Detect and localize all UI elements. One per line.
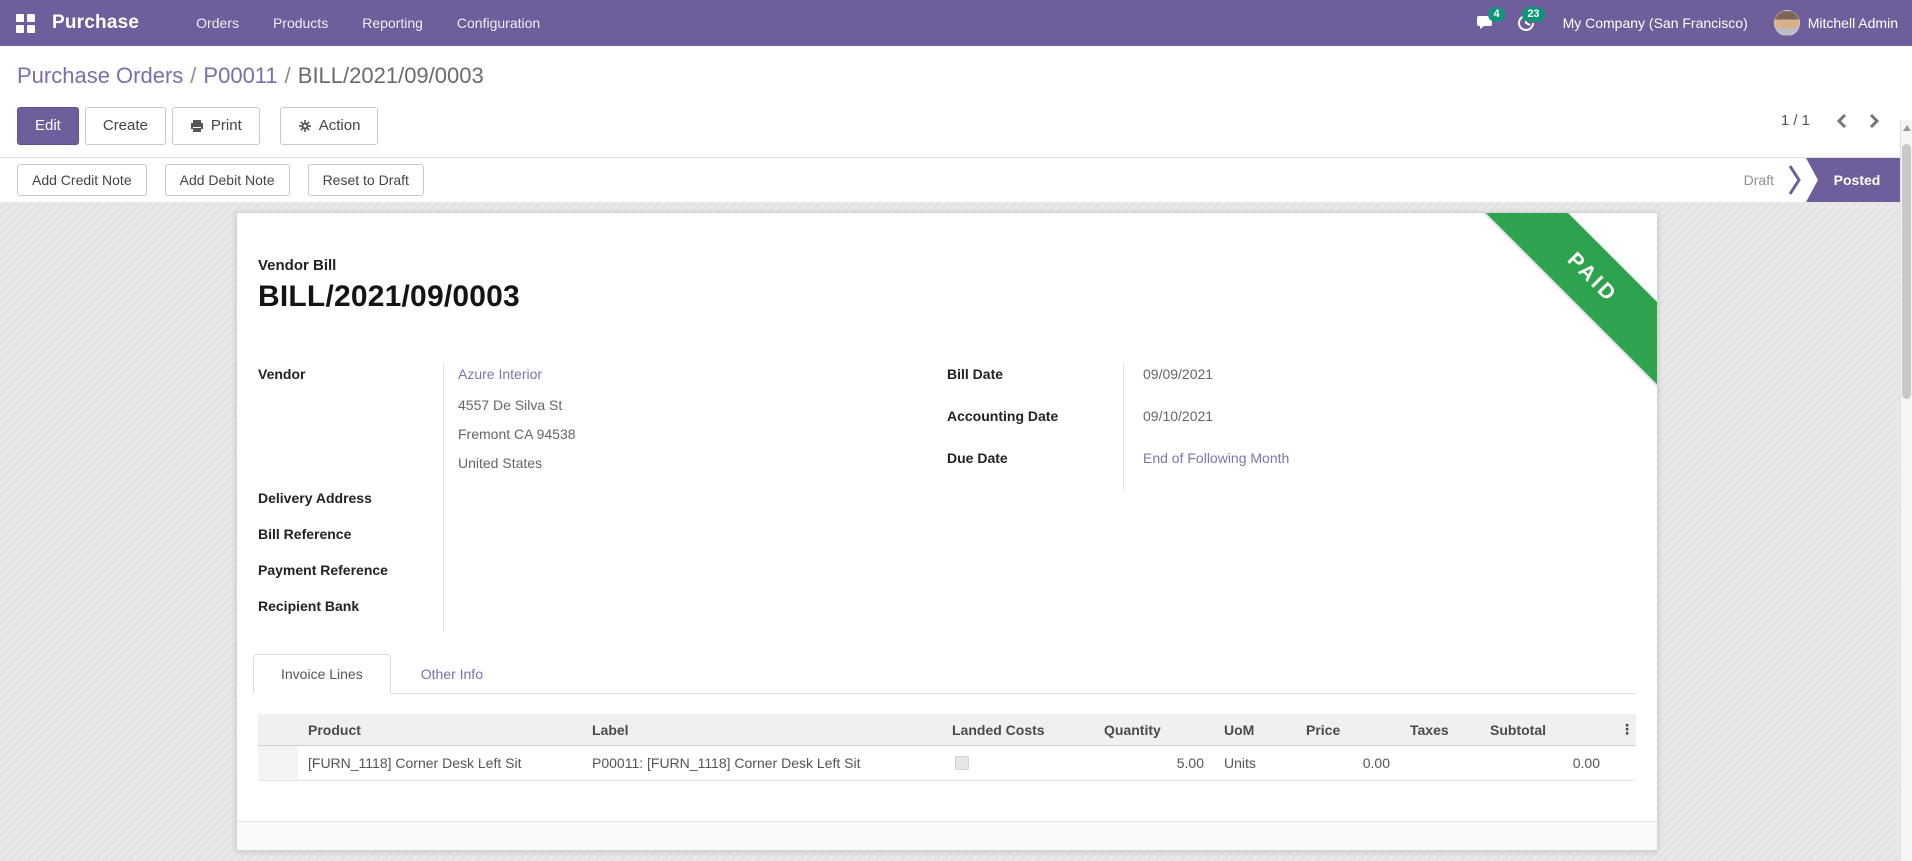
- messages-count-badge: 4: [1488, 7, 1505, 22]
- action-button[interactable]: Action: [279, 107, 379, 145]
- vendor-link[interactable]: Azure Interior: [458, 366, 542, 382]
- top-navbar: Purchase Orders Products Reporting Confi…: [0, 0, 1912, 46]
- nav-menu-products[interactable]: Products: [256, 0, 345, 46]
- column-header-taxes[interactable]: Taxes: [1400, 714, 1480, 746]
- recipient-bank-value: [443, 596, 917, 632]
- create-button[interactable]: Create: [84, 107, 166, 145]
- column-header-landed-costs[interactable]: Landed Costs: [942, 714, 1094, 746]
- invoice-lines-table: Product Label Landed Costs Quantity UoM …: [258, 714, 1636, 781]
- navbar-right: 4 23 My Company (San Francisco) Mitchell…: [1469, 6, 1898, 40]
- bill-reference-value: [443, 524, 917, 560]
- optional-columns-icon[interactable]: ⋮: [1610, 714, 1636, 746]
- row-handle[interactable]: [258, 745, 298, 781]
- field-delivery-address: Delivery Address: [258, 488, 947, 524]
- cell-label: P00011: [FURN_1118] Corner Desk Left Sit: [582, 745, 942, 781]
- company-switcher[interactable]: My Company (San Francisco): [1549, 15, 1768, 31]
- pager-next-icon[interactable]: [1869, 113, 1880, 129]
- field-bill-reference: Bill Reference: [258, 524, 947, 560]
- field-recipient-bank: Recipient Bank: [258, 596, 947, 632]
- table-footer-space: [258, 781, 1636, 821]
- column-header-subtotal[interactable]: Subtotal: [1480, 714, 1610, 746]
- field-groups: Vendor Azure Interior 4557 De Silva St F…: [258, 364, 1636, 632]
- control-panel-buttons: Edit Create Print Action: [17, 107, 1912, 157]
- nav-menu-reporting[interactable]: Reporting: [345, 0, 440, 46]
- print-button[interactable]: Print: [171, 107, 260, 145]
- payment-terms-link[interactable]: End of Following Month: [1143, 450, 1289, 466]
- cell-product: [FURN_1118] Corner Desk Left Sit: [298, 745, 582, 781]
- cell-quantity: 5.00: [1094, 745, 1214, 781]
- vertical-scrollbar[interactable]: [1900, 120, 1912, 861]
- invoice-line-row[interactable]: [FURN_1118] Corner Desk Left Sit P00011:…: [258, 745, 1636, 781]
- column-header-quantity[interactable]: Quantity: [1094, 714, 1214, 746]
- document-type-label: Vendor Bill: [258, 257, 337, 274]
- statusbar: Add Credit Note Add Debit Note Reset to …: [0, 157, 1912, 203]
- cell-landed-costs: [942, 745, 1094, 781]
- nav-menu-configuration[interactable]: Configuration: [440, 0, 557, 46]
- totals-section: [237, 821, 1657, 850]
- state-draft[interactable]: Draft: [1744, 172, 1774, 188]
- add-debit-note-button[interactable]: Add Debit Note: [164, 164, 290, 196]
- nav-menu-orders[interactable]: Orders: [179, 0, 256, 46]
- notebook-tabs: Invoice Lines Other Info: [253, 654, 1636, 694]
- activities-count-badge: 23: [1522, 7, 1545, 22]
- pager-previous-icon[interactable]: [1836, 113, 1847, 129]
- accounting-date-value: 09/10/2021: [1123, 406, 1616, 448]
- breadcrumb-purchase-orders[interactable]: Purchase Orders: [17, 63, 183, 88]
- messages-button[interactable]: 4: [1469, 6, 1505, 40]
- edit-button[interactable]: Edit: [17, 107, 79, 145]
- payment-reference-value: [443, 560, 917, 596]
- delivery-address-value: [443, 488, 917, 524]
- breadcrumb: Purchase Orders / P00011/BILL/2021/09/0003: [17, 62, 1912, 90]
- field-bill-date: Bill Date 09/09/2021: [947, 364, 1636, 406]
- document-name: BILL/2021/09/0003: [258, 280, 520, 313]
- handle-column-header: [258, 714, 298, 746]
- pager-counter: 1 / 1: [1780, 112, 1810, 129]
- main-menu: Orders Products Reporting Configuration: [179, 0, 557, 46]
- tab-other-info[interactable]: Other Info: [405, 655, 499, 693]
- vendor-bill-sheet: PAID Vendor Bill BILL/2021/09/0003 Vendo…: [236, 212, 1658, 851]
- table-header-row: Product Label Landed Costs Quantity UoM …: [258, 714, 1636, 746]
- column-header-price[interactable]: Price: [1296, 714, 1400, 746]
- scrollbar-thumb[interactable]: [1902, 144, 1911, 399]
- form-view-background: PAID Vendor Bill BILL/2021/09/0003 Vendo…: [0, 202, 1900, 861]
- statusbar-states: Draft Posted: [1744, 158, 1900, 202]
- activities-button[interactable]: 23: [1509, 6, 1545, 40]
- field-payment-reference: Payment Reference: [258, 560, 947, 596]
- cell-price: 0.00: [1296, 745, 1400, 781]
- avatar: [1773, 10, 1800, 36]
- app-name[interactable]: Purchase: [52, 12, 139, 34]
- scrollbar-up-arrow-icon[interactable]: [1902, 125, 1911, 131]
- breadcrumb-separator: /: [190, 63, 197, 88]
- bill-date-value: 09/09/2021: [1123, 364, 1616, 406]
- landed-costs-checkbox: [955, 756, 969, 770]
- cell-uom: Units: [1214, 745, 1296, 781]
- column-header-label[interactable]: Label: [582, 714, 942, 746]
- user-menu[interactable]: Mitchell Admin: [1773, 10, 1898, 36]
- column-header-product[interactable]: Product: [298, 714, 582, 746]
- field-vendor: Vendor Azure Interior 4557 De Silva St F…: [258, 364, 947, 488]
- field-due-date: Due Date End of Following Month: [947, 448, 1636, 490]
- add-credit-note-button[interactable]: Add Credit Note: [17, 164, 147, 196]
- breadcrumb-current: BILL/2021/09/0003: [297, 63, 484, 88]
- pager: 1 / 1: [1781, 112, 1880, 129]
- field-accounting-date: Accounting Date 09/10/2021: [947, 406, 1636, 448]
- vendor-address: 4557 De Silva St Fremont CA 94538 United…: [458, 397, 576, 471]
- gear-icon: [298, 120, 311, 132]
- cell-subtotal: 0.00: [1480, 745, 1610, 781]
- printer-icon: [190, 120, 203, 132]
- reset-to-draft-button[interactable]: Reset to Draft: [307, 164, 424, 196]
- control-panel: Purchase Orders / P00011/BILL/2021/09/0003…: [0, 46, 1912, 157]
- state-posted: Posted: [1806, 158, 1900, 202]
- breadcrumb-p00011[interactable]: P00011: [203, 63, 277, 88]
- statusbar-arrow-icon: [1788, 158, 1802, 202]
- user-name: Mitchell Admin: [1807, 15, 1898, 31]
- column-header-uom[interactable]: UoM: [1214, 714, 1296, 746]
- breadcrumb-separator: /: [284, 63, 291, 88]
- cell-taxes: [1400, 745, 1480, 781]
- tab-invoice-lines[interactable]: Invoice Lines: [253, 654, 391, 694]
- apps-menu-icon[interactable]: [16, 13, 35, 33]
